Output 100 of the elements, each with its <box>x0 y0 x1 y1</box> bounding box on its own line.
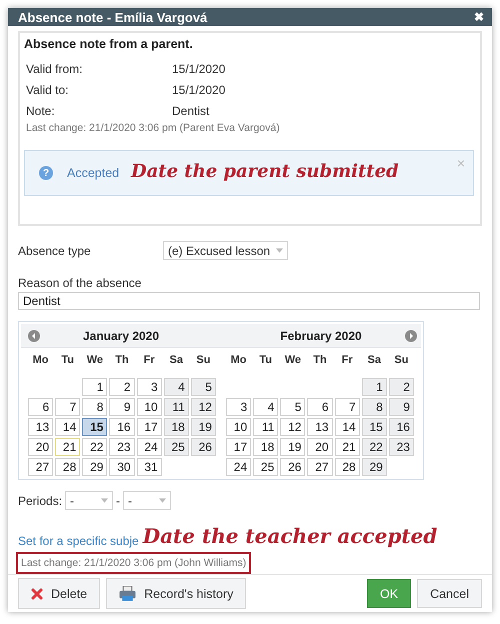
calendar-day[interactable]: 11 <box>164 398 189 416</box>
calendar-day[interactable]: 1 <box>82 378 108 396</box>
calendar-day[interactable]: 10 <box>226 418 252 436</box>
calendar-day[interactable]: 15 <box>362 418 387 436</box>
reason-field[interactable]: Dentist <box>18 292 480 310</box>
calendar-day[interactable]: 19 <box>190 418 216 436</box>
period-dropdown[interactable]: - <box>123 491 172 510</box>
status-text: Accepted <box>67 166 120 180</box>
calendar-day[interactable]: 30 <box>109 458 135 476</box>
calendar-day[interactable]: 25 <box>253 458 278 476</box>
annotation-text: Date the parent submitted <box>131 161 399 184</box>
last-change-text: Last change: 21/1/2020 3:06 pm (Parent Eva Vargová) <box>25 122 281 134</box>
calendar-day[interactable]: 14 <box>55 418 80 436</box>
calendar-day[interactable]: 4 <box>253 398 278 416</box>
cancel-button[interactable]: Cancel <box>417 579 482 608</box>
month-title: February 2020 <box>280 328 362 343</box>
calendar-day[interactable]: 12 <box>190 398 216 416</box>
calendar-day[interactable]: 31 <box>136 458 162 476</box>
field-label: Valid to: <box>26 82 70 97</box>
weekday-label: Mo <box>230 353 248 368</box>
calendar-day[interactable]: 6 <box>307 398 333 416</box>
calendar-day[interactable]: 4 <box>164 378 189 396</box>
field-label: Valid from: <box>26 62 84 76</box>
calendar-day[interactable]: 1 <box>362 378 387 396</box>
field-label: Absence type <box>18 244 92 258</box>
calendar-day[interactable]: 2 <box>388 378 414 396</box>
weekday-label: Mo <box>32 353 50 368</box>
caret-icon <box>101 498 108 504</box>
calendar-day[interactable]: 12 <box>280 418 306 436</box>
calendar-day[interactable]: 7 <box>334 398 360 416</box>
calendar-day[interactable]: 28 <box>334 458 360 476</box>
calendar-day[interactable]: 22 <box>82 438 108 456</box>
weekday-label: We <box>86 353 104 368</box>
calendar-day[interactable]: 21 <box>55 438 80 456</box>
calendar-day[interactable]: 17 <box>226 438 252 456</box>
calendar-day[interactable]: 9 <box>109 398 135 416</box>
calendar-day[interactable]: 8 <box>82 398 108 416</box>
calendar-day[interactable]: 13 <box>28 418 54 436</box>
calendar-day[interactable]: 29 <box>82 458 108 476</box>
absence-type-dropdown[interactable]: (e) Excused lesson <box>163 241 288 260</box>
calendar-day[interactable]: 20 <box>28 438 54 456</box>
calendar-day[interactable]: 16 <box>109 418 135 436</box>
calendar-day[interactable]: 22 <box>362 438 387 456</box>
calendar-day[interactable]: 2 <box>109 378 135 396</box>
field-label: Reason of the absence <box>18 276 142 290</box>
calendar-day[interactable]: 24 <box>226 458 252 476</box>
weekday-label: Fr <box>340 353 354 368</box>
calendar-day[interactable]: 29 <box>362 458 387 476</box>
calendar-day[interactable]: 26 <box>280 458 306 476</box>
separator-text: - <box>116 494 120 508</box>
weekday-label: Tu <box>258 353 274 368</box>
calendar-day[interactable]: 17 <box>136 418 162 436</box>
field-value: 15/1/2020 <box>172 82 226 97</box>
weekday-label: Fr <box>142 353 156 368</box>
weekday-label: Su <box>195 353 212 368</box>
month-title: January 2020 <box>82 328 160 343</box>
field-value: 15/1/2020 <box>172 62 226 76</box>
calendar-day[interactable]: 7 <box>55 398 80 416</box>
calendar-day[interactable]: 8 <box>362 398 387 416</box>
calendar-day[interactable]: 15 <box>82 418 108 436</box>
calendar-day[interactable]: 27 <box>28 458 54 476</box>
calendar-day[interactable]: 24 <box>136 438 162 456</box>
calendar-day[interactable]: 25 <box>164 438 189 456</box>
calendar-day[interactable]: 23 <box>388 438 414 456</box>
calendar-day[interactable]: 28 <box>55 458 80 476</box>
calendar-day[interactable]: 14 <box>334 418 360 436</box>
field-label: Note: <box>26 104 56 118</box>
field-label: Periods: <box>18 494 62 508</box>
calendar-day[interactable]: 5 <box>280 398 306 416</box>
weekday-label: Tu <box>60 353 76 368</box>
calendar-day[interactable]: 3 <box>226 398 252 416</box>
calendar-day[interactable]: 5 <box>190 378 216 396</box>
caret-icon <box>276 248 284 254</box>
calendar-day[interactable]: 20 <box>307 438 333 456</box>
calendar-day[interactable]: 13 <box>307 418 333 436</box>
calendar-day[interactable]: 6 <box>28 398 54 416</box>
delete-button[interactable]: Delete <box>18 578 100 610</box>
close-button[interactable]: ✖ <box>472 10 486 24</box>
calendar-day[interactable]: 27 <box>307 458 333 476</box>
caret-icon <box>159 498 166 504</box>
weekday-label: We <box>284 353 302 368</box>
panel-heading: Absence note from a parent. <box>24 37 194 52</box>
calendar-day[interactable]: 26 <box>190 438 216 456</box>
next-month-icon[interactable] <box>405 330 417 342</box>
previous-month-icon[interactable] <box>28 330 40 342</box>
history-button[interactable]: Record's history <box>106 578 246 610</box>
calendar-day[interactable]: 18 <box>164 418 189 436</box>
window-title: Absence note - Emília Vargová <box>18 10 208 25</box>
calendar-day[interactable]: 9 <box>388 398 414 416</box>
calendar-day[interactable]: 19 <box>280 438 306 456</box>
calendar-day[interactable]: 18 <box>253 438 278 456</box>
calendar-day[interactable]: 23 <box>109 438 135 456</box>
calendar-day[interactable]: 16 <box>388 418 414 436</box>
calendar-day[interactable]: 3 <box>136 378 162 396</box>
subject-link[interactable]: Set for a specific subje <box>18 534 139 548</box>
calendar-day[interactable]: 10 <box>136 398 162 416</box>
period-dropdown[interactable]: - <box>65 491 114 510</box>
calendar-day[interactable]: 11 <box>253 418 278 436</box>
calendar-day[interactable]: 21 <box>334 438 360 456</box>
weekday-label: Th <box>114 353 130 368</box>
